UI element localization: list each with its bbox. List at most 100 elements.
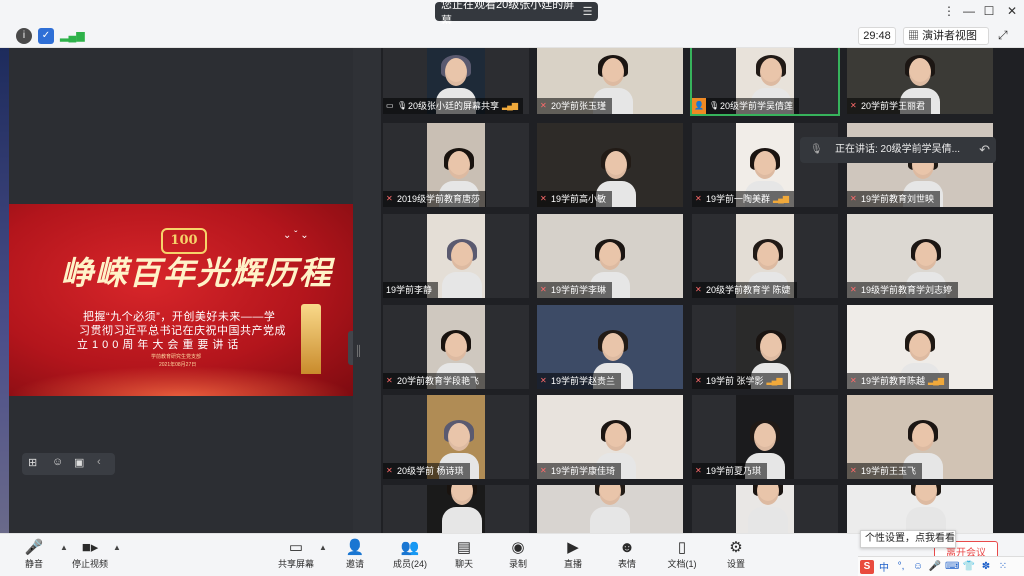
muted-mic-icon: ✕: [695, 194, 702, 203]
participant-tile[interactable]: 👤 🎙 20级学前学吴倩莲: [690, 48, 840, 116]
pin-icon[interactable]: ⋮: [940, 4, 958, 18]
emoji-icon[interactable]: ☺: [911, 561, 925, 572]
sogou-logo-icon[interactable]: S: [860, 559, 874, 574]
panel-divider[interactable]: ║: [353, 48, 381, 533]
chat-button[interactable]: ▤ 聊天: [442, 538, 486, 570]
meeting-toolbar: i ✓ ▂▄▆ 29:48 ▦ 演讲者视图 ▼ ⤢: [0, 24, 1024, 57]
members-icon: 👥: [400, 539, 420, 556]
participant-name: 20级学前教育学 陈婕: [706, 285, 791, 295]
participant-tile[interactable]: ✕ 19学前学李琳: [537, 214, 683, 298]
live-icon: ▶: [567, 539, 579, 556]
participant-tile[interactable]: ✕ 19学前学康佳琦: [537, 395, 683, 479]
tools-icon[interactable]: ✽: [979, 561, 993, 572]
participant-tile[interactable]: ✕ 20学前学王丽君: [847, 48, 993, 114]
participant-tile[interactable]: [847, 485, 993, 533]
participant-tile[interactable]: ✕ 19学前王玉飞: [847, 395, 993, 479]
participant-label: ✕ 19学前教育刘世映: [847, 191, 941, 207]
participant-label: 👤 🎙 20级学前学吴倩莲: [692, 98, 799, 114]
audio-options-caret[interactable]: ▲: [60, 543, 68, 552]
participant-label: ✕ 19学前高小敏: [537, 191, 613, 207]
active-speaker-notice: 🎙 正在讲话: 20级学前学吴倩... ↶: [800, 137, 996, 163]
stop-video-button[interactable]: ■▸ 停止视频: [68, 538, 112, 570]
participant-name: 19学前学康佳琦: [551, 466, 616, 476]
participant-tile[interactable]: ✕ 19学前教育刘世映: [847, 123, 993, 207]
mute-button[interactable]: 🎤 静音: [12, 538, 56, 570]
audio-level-icon: ▂▄▆: [502, 101, 518, 110]
participant-label: ✕ 2019级学前教育唐莎: [383, 191, 487, 207]
participant-tile[interactable]: ✕ 2019级学前教育唐莎: [383, 123, 529, 207]
ime-toolbar: S 中 °, ☺ 🎤 ⌨ 👕 ✽ ⁙: [858, 556, 1024, 576]
return-icon[interactable]: ↶: [979, 137, 990, 163]
minimize-icon[interactable]: —: [960, 4, 978, 18]
participant-person: [748, 485, 788, 533]
participant-tile[interactable]: ✕ 19学前一陶美群 ▂▄▆: [692, 123, 838, 207]
microphone-icon[interactable]: 🎤: [928, 561, 942, 572]
participant-name: 19学前学李琳: [551, 285, 607, 295]
signal-icon[interactable]: ▂▄▆: [60, 28, 85, 44]
members-button[interactable]: 👥 成员(24): [388, 538, 432, 570]
participant-name: 19学前教育刘世映: [861, 194, 935, 204]
apps-icon[interactable]: ⊞: [28, 456, 37, 469]
monument-graphic: [301, 304, 321, 374]
settings-button[interactable]: ⚙ 设置: [714, 538, 758, 570]
participant-label: ✕ 20学前张玉瑾: [537, 98, 613, 114]
participant-tile[interactable]: ✕ 20学前张玉瑾: [537, 48, 683, 114]
participant-label: ✕ 20级学前 杨诗琪: [383, 463, 470, 479]
document-icon: ▯: [677, 539, 687, 556]
shield-icon[interactable]: ✓: [38, 28, 54, 44]
video-options-caret[interactable]: ▲: [113, 543, 121, 552]
hamburger-icon[interactable]: ☰: [577, 5, 598, 18]
reactions-button[interactable]: ☻ 表情: [605, 538, 649, 570]
drag-handle-icon[interactable]: ║: [355, 346, 362, 357]
participant-tile[interactable]: ▭ 🎙 20级张小廷的屏幕共享 ▂▄▆: [383, 48, 529, 114]
participant-tile[interactable]: [692, 485, 838, 533]
view-mode-button[interactable]: ▦ 演讲者视图 ▼: [903, 27, 989, 57]
muted-mic-icon: ✕: [695, 376, 702, 385]
live-button[interactable]: ▶ 直播: [551, 538, 595, 570]
participant-name: 19级学前教育学刘志婷: [861, 285, 953, 295]
documents-button[interactable]: ▯ 文档(1): [660, 538, 704, 570]
emoji-icon[interactable]: ☺: [52, 456, 63, 468]
slide-org: 学前教育研究生党支部: [151, 354, 202, 360]
muted-mic-icon: ✕: [540, 194, 547, 203]
participant-tile[interactable]: 19学前李静: [383, 214, 529, 298]
participant-tile[interactable]: ✕ 19级学前教育学刘志婷: [847, 214, 993, 298]
record-button[interactable]: ◉ 录制: [496, 538, 540, 570]
close-icon[interactable]: ✕: [1003, 4, 1021, 18]
add-user-icon: 👤: [345, 539, 365, 556]
audio-level-icon: ▂▄▆: [773, 194, 789, 203]
chevron-left-icon[interactable]: ‹: [97, 456, 101, 468]
participant-tile[interactable]: ✕ 19学前教育陈越 ▂▄▆: [847, 305, 993, 389]
participant-name: 20级学前学吴倩莲: [719, 101, 793, 111]
participant-tile[interactable]: [537, 485, 683, 533]
participant-tile[interactable]: ✕ 20级学前教育学 陈婕: [692, 214, 838, 298]
participant-name: 20学前学王丽君: [861, 101, 926, 111]
comment-icon[interactable]: ▣: [74, 456, 84, 469]
participant-name: 19学前王玉飞: [861, 466, 917, 476]
participant-name: 20学前教育学段艳飞: [397, 376, 480, 386]
screen-share-indicator[interactable]: 您正在观看20级张小廷的屏幕 ☰: [435, 0, 598, 27]
participant-tile[interactable]: ✕ 20学前教育学段艳飞: [383, 305, 529, 389]
skin-icon[interactable]: 👕: [962, 561, 976, 572]
muted-mic-icon: ✕: [386, 466, 393, 475]
participant-tile[interactable]: ✕ 19学前 张学影 ▂▄▆: [692, 305, 838, 389]
share-screen-button[interactable]: ▭ 共享屏幕: [274, 538, 318, 570]
desktop-background: [0, 48, 9, 533]
participant-tile[interactable]: ✕ 20级学前 杨诗琪: [383, 395, 529, 479]
ime-language[interactable]: 中: [877, 559, 891, 574]
participant-tile[interactable]: [383, 485, 529, 533]
participant-label: ✕ 19学前 张学影 ▂▄▆: [692, 373, 788, 389]
maximize-icon[interactable]: ☐: [980, 4, 998, 18]
muted-mic-icon: ✕: [386, 376, 393, 385]
invite-button[interactable]: 👤 邀请: [333, 538, 377, 570]
grid-icon[interactable]: ⁙: [996, 561, 1010, 572]
participant-tile[interactable]: ✕ 19学前学赵贵兰: [537, 305, 683, 389]
info-icon[interactable]: i: [16, 28, 32, 44]
punctuation-icon[interactable]: °,: [894, 561, 908, 572]
keyboard-icon[interactable]: ⌨: [945, 561, 959, 572]
participant-person: [442, 239, 482, 298]
share-options-caret[interactable]: ▲: [319, 543, 327, 552]
participant-tile[interactable]: ✕ 19学前高小敏: [537, 123, 683, 207]
fullscreen-icon[interactable]: ⤢: [998, 28, 1008, 43]
participant-tile[interactable]: ✕ 19学前夏乃琪: [692, 395, 838, 479]
